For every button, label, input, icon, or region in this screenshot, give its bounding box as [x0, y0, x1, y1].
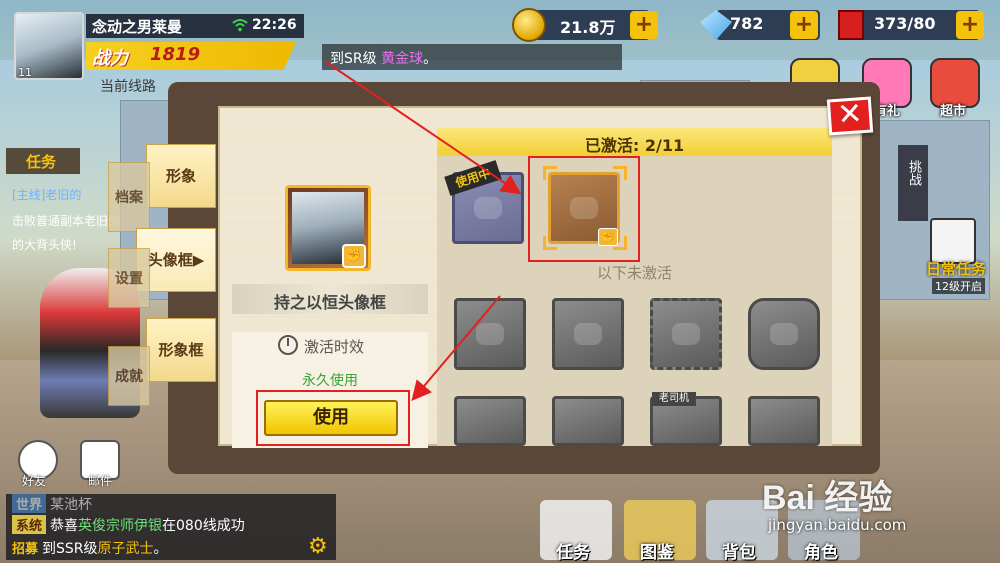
- power-value: 1819: [150, 44, 201, 65]
- ticket-value: 373/80: [874, 14, 936, 33]
- validity-value: 永久使用: [302, 373, 358, 389]
- task-title: 任务: [26, 153, 57, 171]
- gold-coin-icon: [512, 8, 546, 42]
- diamond-value: 782: [730, 14, 764, 33]
- challenge-label: 挑战: [906, 160, 921, 186]
- tab-profile-peek[interactable]: 档案: [108, 162, 150, 232]
- chat-tag-system: 系统: [12, 515, 47, 534]
- tab-image-frame-label: 形象框: [158, 341, 204, 359]
- tab-appearance-label: 形象: [165, 167, 196, 185]
- tab-appearance[interactable]: 形象: [146, 144, 216, 208]
- add-diamond-button[interactable]: +: [790, 11, 818, 39]
- tab-avatar-frame-label: 头像框▶: [147, 251, 205, 269]
- route-label[interactable]: 当前线路: [100, 76, 156, 96]
- task-text-main[interactable]: [主线]老旧的: [12, 186, 81, 203]
- clock-icon-hand: [287, 338, 289, 346]
- chat-player-name: 英俊宗师伊银: [78, 518, 163, 534]
- wifi-icon: [232, 19, 248, 32]
- chat-text: 到SSR级: [42, 541, 98, 557]
- chat-tag-world: 世界: [12, 494, 47, 513]
- fist-icon: [574, 323, 602, 345]
- nav-task-label: 任务: [556, 543, 590, 563]
- frame-slot-locked[interactable]: [454, 396, 526, 446]
- mail-label: 邮件: [88, 474, 113, 488]
- daily-task-label: 日常任务: [926, 260, 987, 278]
- chat-item-name: 原子武士: [97, 541, 154, 557]
- frame-slot-locked[interactable]: [650, 298, 722, 370]
- task-text-desc-2: 的大背头侠!: [12, 238, 77, 252]
- frame-name: 持之以恒头像框: [273, 293, 386, 312]
- chat-text: 在080线成功: [162, 518, 245, 534]
- power-label: 战力: [92, 48, 128, 69]
- fist-icon: [476, 323, 504, 345]
- player-level: 11: [18, 66, 32, 79]
- frame-slot-locked[interactable]: [552, 396, 624, 446]
- daily-task-unlock: 12级开启: [932, 278, 985, 294]
- chat-line: 世界 某池杯: [12, 494, 92, 514]
- baidu-watermark-url: jingyan.baidu.com: [768, 516, 907, 534]
- add-ticket-button[interactable]: +: [956, 11, 984, 39]
- selected-frame-highlight: [528, 156, 640, 262]
- frame-slot-locked[interactable]: [748, 298, 820, 370]
- ticker-highlight: 黄金球: [381, 51, 424, 67]
- chat-text: 某池杯: [50, 497, 93, 513]
- gear-icon[interactable]: ⚙: [308, 536, 330, 558]
- frame-slot-locked[interactable]: [552, 298, 624, 370]
- chat-text: 恭喜: [50, 518, 79, 534]
- chat-text: 。: [153, 541, 168, 557]
- tab-achievement-peek-label: 成就: [115, 369, 143, 385]
- fist-icon: ✊: [342, 244, 366, 268]
- tab-settings-peek[interactable]: 设置: [108, 248, 150, 308]
- nav-character-label: 角色: [804, 543, 838, 563]
- validity-label: 激活时效: [304, 338, 365, 356]
- task-text-desc: 击败普通副本老旧的: [12, 214, 121, 228]
- chat-line: 系统 恭喜英俊宗师伊银在080线成功: [12, 515, 245, 535]
- tab-achievement-peek[interactable]: 成就: [108, 346, 150, 406]
- system-clock: 22:26: [252, 17, 297, 33]
- friends-label: 好友: [22, 474, 47, 488]
- add-gold-button[interactable]: +: [630, 11, 658, 39]
- fist-icon: [474, 197, 502, 219]
- nav-album-label: 图鉴: [640, 543, 674, 563]
- ticket-icon: [838, 10, 864, 40]
- close-button[interactable]: ✕: [826, 96, 874, 136]
- frame-slot-locked[interactable]: [454, 298, 526, 370]
- fist-icon: [770, 323, 798, 345]
- use-button-highlight: [256, 390, 410, 446]
- shop-label: 超市: [940, 104, 967, 119]
- nav-backpack-label: 背包: [722, 543, 756, 563]
- frame-slot-locked[interactable]: [748, 396, 820, 446]
- chat-line: 招募 到SSR级原子武士。: [12, 538, 168, 558]
- ticker-prefix: 到SR级: [330, 51, 377, 67]
- driver-tag: 老司机: [652, 392, 696, 406]
- baidu-watermark-logo: Bai 经验: [762, 479, 893, 517]
- tab-settings-peek-label: 设置: [115, 271, 143, 287]
- ticker-text: 到SR级 黄金球。: [330, 48, 437, 68]
- chat-tag-recruit: 招募: [12, 542, 39, 557]
- player-name: 念动之男莱曼: [92, 18, 183, 36]
- ticker-suffix: 。: [423, 51, 438, 67]
- gold-value: 21.8万: [560, 18, 616, 37]
- tab-profile-peek-label: 档案: [115, 190, 143, 206]
- fist-icon: [672, 323, 700, 345]
- tab-image-frame[interactable]: 形象框: [146, 318, 216, 382]
- inactive-label: 以下未激活: [596, 264, 672, 282]
- activated-count: 已激活: 2/11: [584, 136, 685, 155]
